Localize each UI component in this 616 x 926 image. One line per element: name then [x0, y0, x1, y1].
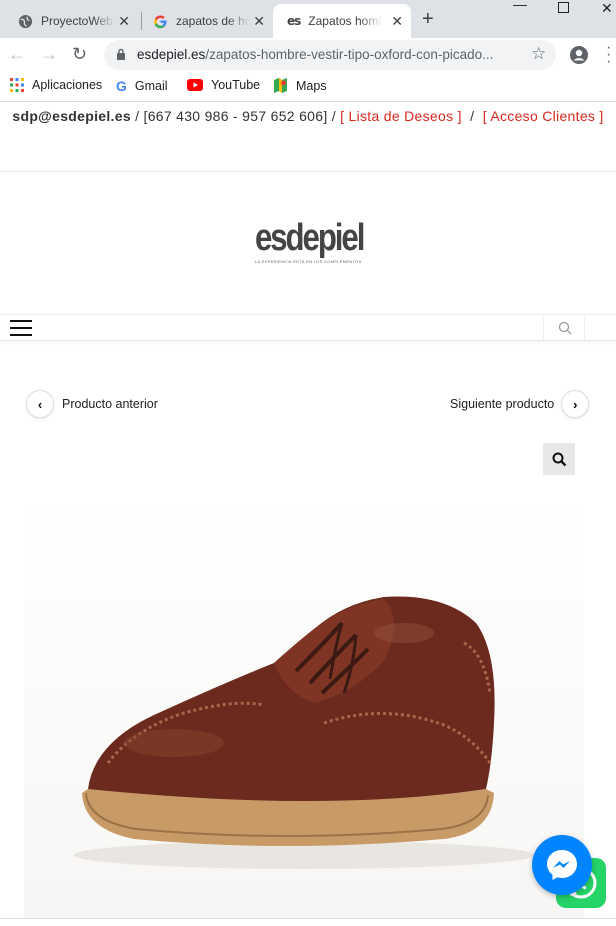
minimize-button[interactable]: —: [513, 0, 527, 12]
maximize-button[interactable]: [558, 0, 569, 13]
contact-phones: [667 430 986 - 957 652 606]: [143, 108, 328, 124]
tab-title: zapatos de hombre: [176, 14, 250, 28]
next-product-label: Siguiente producto: [450, 397, 555, 411]
bookmark-gmail[interactable]: G Gmail: [116, 78, 168, 94]
url-path: /zapatos-hombre-vestir-tipo-oxford-con-p…: [205, 47, 494, 62]
previous-product-label: Producto anterior: [62, 397, 158, 411]
apps-grid-icon: [10, 78, 24, 92]
logo-text: esdepiel: [255, 217, 365, 259]
logo-tagline: LA EXPERIENCIA ESTÁ EN LOS COMPLEMENTOS: [255, 259, 362, 264]
web-page: sdp@esdepiel.es / [667 430 986 - 957 652…: [0, 103, 616, 926]
bookmark-aplicaciones[interactable]: Aplicaciones: [10, 78, 102, 92]
close-icon[interactable]: ✕: [391, 13, 403, 30]
url-text: esdepiel.es/zapatos-hombre-vestir-tipo-o…: [137, 47, 517, 62]
new-tab-button[interactable]: +: [422, 8, 434, 31]
site-logo[interactable]: esdepiel LA EXPERIENCIA ESTÁ EN LOS COMP…: [255, 219, 365, 269]
separator: /: [327, 108, 341, 124]
bookmarks-bar: Aplicaciones G Gmail YouTube Maps: [0, 72, 616, 102]
chevron-right-icon[interactable]: ›: [561, 390, 590, 418]
messenger-icon: [547, 850, 577, 880]
lock-icon: [117, 48, 125, 60]
wishlist-link[interactable]: [ Lista de Deseos ]: [340, 108, 462, 124]
url-domain: esdepiel.es: [137, 47, 206, 62]
bookmark-maps[interactable]: Maps: [273, 78, 327, 93]
bookmark-label: YouTube: [211, 78, 261, 92]
bookmark-youtube[interactable]: YouTube: [187, 78, 260, 92]
product-image[interactable]: [24, 493, 584, 918]
top-info-bar: sdp@esdepiel.es / [667 430 986 - 957 652…: [0, 103, 616, 171]
chevron-left-icon[interactable]: ‹: [26, 390, 54, 418]
close-icon[interactable]: ✕: [253, 13, 265, 30]
close-icon[interactable]: ✕: [118, 13, 130, 30]
globe-icon: [18, 14, 33, 28]
messenger-chat-button[interactable]: [532, 835, 592, 895]
google-icon: [154, 15, 167, 28]
tab-title: ProyectoWeb: [41, 14, 113, 28]
previous-product-link[interactable]: ‹ Producto anterior: [26, 390, 158, 418]
es-favicon: es: [287, 14, 301, 28]
browser-menu-icon[interactable]: · · ·: [606, 40, 611, 70]
zoom-image-button[interactable]: [543, 443, 575, 475]
oxford-shoe-illustration: [74, 596, 534, 869]
divider: [0, 171, 616, 172]
tab-zapatos-google[interactable]: zapatos de hombre ✕: [139, 4, 273, 38]
search-icon: [558, 321, 572, 335]
bookmark-label: Aplicaciones: [32, 78, 103, 92]
separator: /: [130, 108, 144, 124]
back-button[interactable]: ←: [8, 44, 26, 65]
search-icon: [552, 452, 566, 466]
profile-avatar-icon[interactable]: [569, 45, 589, 70]
close-window-button[interactable]: ✕: [601, 0, 613, 17]
address-bar[interactable]: esdepiel.es/zapatos-hombre-vestir-tipo-o…: [104, 40, 556, 70]
tab-zapatos-hombre[interactable]: es Zapatos hombre ✕: [273, 4, 411, 38]
youtube-icon: [187, 79, 203, 91]
header-search-button[interactable]: [543, 315, 585, 341]
bookmark-star-icon[interactable]: ☆: [531, 44, 546, 64]
tab-title: Zapatos hombre: [308, 14, 383, 28]
divider: [0, 918, 616, 919]
bookmark-label: Gmail: [134, 79, 168, 93]
hamburger-menu-icon[interactable]: [10, 320, 32, 336]
browser-toolbar: ← → ↻ esdepiel.es/zapatos-hombre-vestir-…: [0, 38, 616, 72]
main-menu-bar: [0, 315, 616, 341]
google-icon: G: [116, 78, 127, 94]
tab-proyectoweb[interactable]: ProyectoWeb ✕: [4, 4, 138, 38]
next-product-link[interactable]: Siguiente producto ›: [450, 390, 590, 418]
reload-button[interactable]: ↻: [72, 44, 87, 65]
browser-tab-bar: ProyectoWeb ✕ zapatos de hombre ✕ es Zap…: [0, 0, 616, 38]
maps-icon: [274, 78, 287, 93]
contact-email-link[interactable]: sdp@esdepiel.es: [12, 108, 131, 124]
separator: /: [461, 108, 483, 124]
forward-button[interactable]: →: [40, 44, 58, 65]
bookmark-label: Maps: [296, 78, 327, 93]
client-access-link[interactable]: [ Acceso Clientes ]: [483, 108, 604, 124]
